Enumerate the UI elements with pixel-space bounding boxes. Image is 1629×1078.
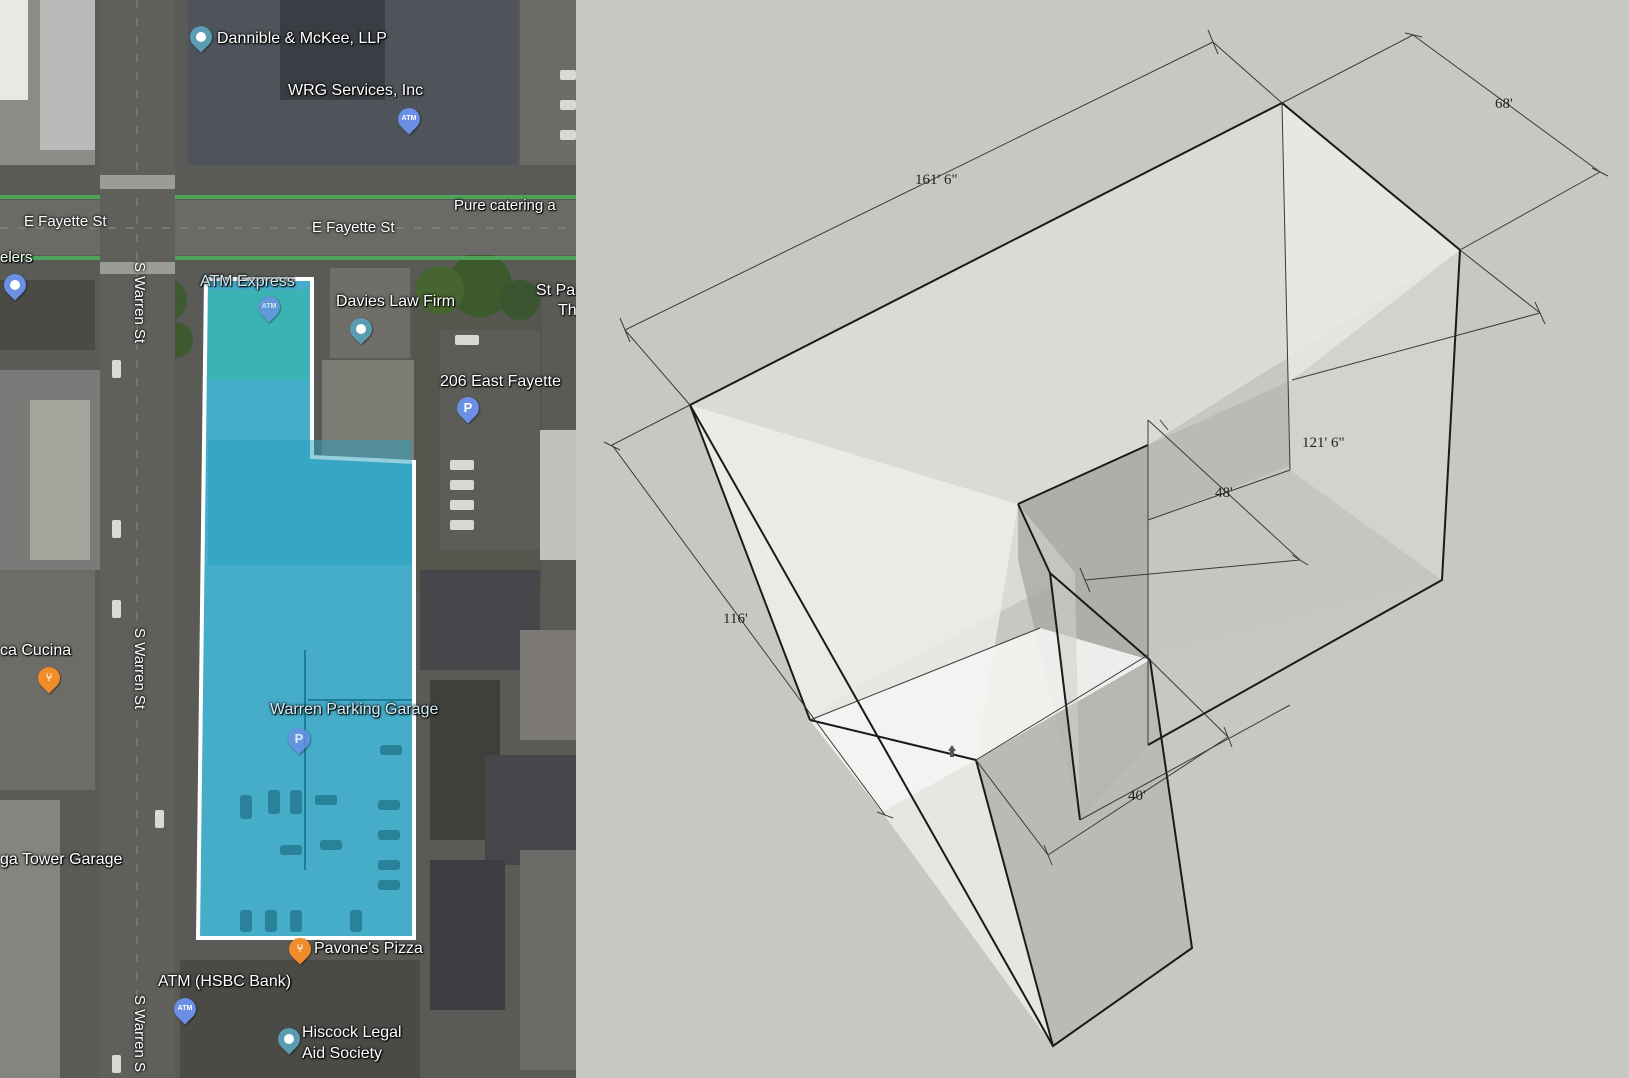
restaurant-pin-icon[interactable]: ⑂ — [33, 662, 65, 694]
street-label-fayette: E Fayette St — [312, 219, 395, 236]
place-label-hiscock-1[interactable]: Hiscock Legal — [302, 1025, 402, 1041]
dimension-label-length: 161' 6" — [915, 172, 958, 188]
map-imagery — [0, 0, 576, 1078]
place-label-st-paul-2: Th — [558, 302, 576, 319]
place-label-pure-catering[interactable]: Pure catering a — [454, 198, 556, 213]
pizza-pin-icon[interactable]: ⑂ — [284, 933, 316, 965]
massing-model-view[interactable]: 161' 6" 68' 121' 6" 48' 116' 40' — [576, 0, 1629, 1078]
garage-parking-pin-icon[interactable]: P — [283, 723, 315, 755]
street-label-fayette-west: E Fayette St — [24, 213, 107, 230]
place-label-atm-hsbc[interactable]: ATM (HSBC Bank) — [158, 974, 291, 990]
dimension-label-width: 68' — [1495, 96, 1513, 112]
place-label-206-east-fayette[interactable]: 206 East Fayette — [440, 374, 561, 390]
place-label-davies[interactable]: Davies Law Firm — [336, 294, 455, 310]
place-label-atm-express[interactable]: ATM Express — [200, 274, 295, 290]
place-label-dannible[interactable]: Dannible & McKee, LLP — [217, 31, 387, 47]
street-label-warren-south: S Warren S — [131, 995, 148, 1072]
place-label-st-paul[interactable]: St Pa — [536, 283, 575, 299]
street-label-warren-north: S Warren St — [131, 262, 148, 344]
place-label-jewelers[interactable]: elers — [0, 250, 33, 265]
massing-model-drawing: 161' 6" 68' 121' 6" 48' 116' 40' — [576, 0, 1629, 1078]
dimension-label-notch-depth: 40' — [1128, 788, 1146, 804]
dimension-label-notch-width: 48' — [1215, 485, 1233, 501]
atm-express-pin-icon[interactable]: ATM — [253, 291, 285, 323]
dimension-label-side: 116' — [723, 611, 748, 627]
aerial-map[interactable]: E Fayette St E Fayette St S Warren St S … — [0, 0, 576, 1078]
place-label-warren-garage[interactable]: Warren Parking Garage — [270, 702, 438, 718]
dimension-label-depth: 121' 6" — [1302, 435, 1345, 451]
street-label-warren-middle: S Warren St — [131, 628, 148, 710]
place-label-hiscock-2[interactable]: Aid Society — [302, 1046, 382, 1062]
place-label-tower-garage[interactable]: ga Tower Garage — [0, 852, 122, 868]
atm-pin-icon[interactable]: ATM — [393, 103, 425, 135]
place-label-wrg[interactable]: WRG Services, Inc — [288, 83, 423, 99]
atm-hsbc-pin-icon[interactable]: ATM — [169, 993, 201, 1025]
parking-pin-icon[interactable]: P — [452, 392, 484, 424]
place-label-pavones[interactable]: Pavone's Pizza — [314, 941, 423, 957]
place-label-cucina[interactable]: ca Cucina — [0, 643, 71, 659]
